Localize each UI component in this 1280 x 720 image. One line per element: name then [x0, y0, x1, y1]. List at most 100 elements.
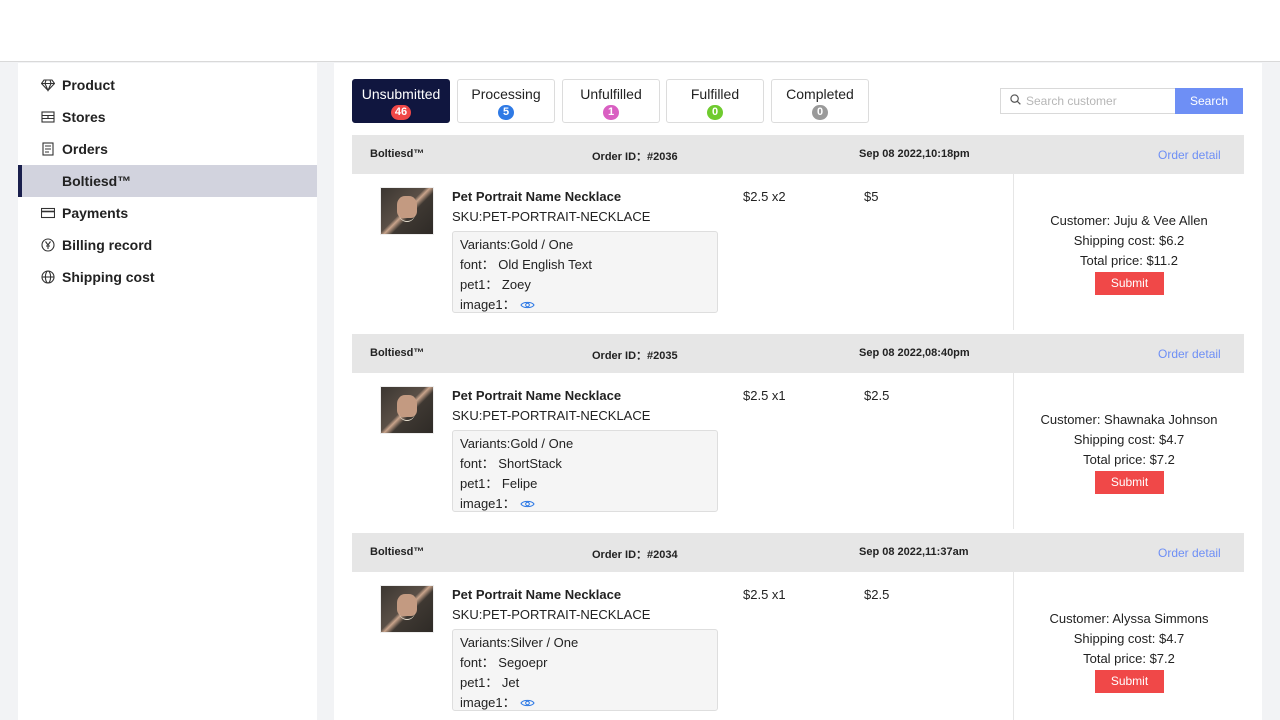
sidebar-item-label: Product — [62, 77, 115, 93]
tab-label: Unsubmitted — [361, 86, 441, 102]
order-header: Boltiesd™ Order ID：#2036 Sep 08 2022,10:… — [352, 135, 1244, 174]
sidebar-item-stores[interactable]: Stores — [18, 101, 317, 133]
submit-button[interactable]: Submit — [1095, 670, 1164, 693]
order-detail-link[interactable]: Order detail — [1158, 148, 1221, 162]
top-header-bar — [0, 0, 1280, 62]
tab-unsubmitted[interactable]: Unsubmitted 46 — [352, 79, 450, 123]
order-id: Order ID：#2036 — [592, 151, 678, 163]
tab-label: Fulfilled — [690, 86, 740, 102]
tab-label: Processing — [471, 86, 541, 102]
customer-name: Customer: Juju & Vee Allen — [1050, 213, 1208, 228]
order-header: Boltiesd™ Order ID：#2034 Sep 08 2022,11:… — [352, 533, 1244, 572]
diamond-icon — [40, 77, 56, 93]
order-detail-link[interactable]: Order detail — [1158, 347, 1221, 361]
sidebar-item-label: Shipping cost — [62, 269, 155, 285]
shipping-cost: Shipping cost: $4.7 — [1073, 432, 1185, 447]
tab-fulfilled[interactable]: Fulfilled 0 — [666, 79, 764, 123]
image-line: image1： — [460, 693, 710, 714]
product-sku: SKU:PET-PORTRAIT-NECKLACE — [452, 607, 651, 622]
customer-name: Customer: Shawnaka Johnson — [1040, 412, 1218, 427]
unit-price-qty: $2.5 x1 — [743, 388, 786, 403]
customer-name: Customer: Alyssa Simmons — [1049, 611, 1209, 626]
count-badge: 46 — [390, 105, 412, 120]
orders-icon — [40, 141, 56, 157]
variants-box: Variants:Gold / One font： ShortStack pet… — [452, 430, 718, 512]
order-body: Pet Portrait Name Necklace SKU:PET-PORTR… — [352, 572, 1244, 720]
store-name: Boltiesd™ — [370, 148, 425, 160]
font-line: font： ShortStack — [460, 456, 562, 471]
store-name: Boltiesd™ — [370, 546, 425, 558]
order-date: Sep 08 2022,11:37am — [859, 546, 969, 558]
product-sku: SKU:PET-PORTRAIT-NECKLACE — [452, 408, 651, 423]
sidebar-item-payments[interactable]: Payments — [18, 197, 317, 229]
sidebar-item-label: Boltiesd™ — [62, 173, 132, 189]
sidebar-item-label: Stores — [62, 109, 106, 125]
product-thumbnail[interactable] — [380, 585, 434, 633]
product-thumbnail[interactable] — [380, 386, 434, 434]
submit-button[interactable]: Submit — [1095, 471, 1164, 494]
sidebar-item-label: Payments — [62, 205, 129, 221]
unit-price-qty: $2.5 x2 — [743, 189, 786, 204]
order-card: Boltiesd™ Order ID：#2036 Sep 08 2022,10:… — [352, 135, 1244, 334]
order-id: Order ID：#2034 — [592, 549, 678, 561]
shipping-cost: Shipping cost: $4.7 — [1073, 631, 1185, 646]
image-label: image1： — [460, 496, 516, 511]
sidebar-item-shipping-cost[interactable]: Shipping cost — [18, 261, 317, 293]
eye-icon[interactable] — [520, 694, 535, 714]
sidebar-item-label: Billing record — [62, 237, 153, 253]
pet-line: pet1： Zoey — [460, 277, 531, 292]
total-price: Total price: $11.2 — [1079, 253, 1179, 268]
variant-line: Variants:Gold / One — [460, 237, 574, 252]
order-body: Pet Portrait Name Necklace SKU:PET-PORTR… — [352, 373, 1244, 533]
sidebar: Product Stores Orders Boltiesd™ Payments… — [18, 63, 317, 720]
sidebar-item-product[interactable]: Product — [18, 69, 317, 101]
variant-line: Variants:Silver / One — [460, 635, 579, 650]
order-card: Boltiesd™ Order ID：#2034 Sep 08 2022,11:… — [352, 533, 1244, 720]
pet-line: pet1： Jet — [460, 675, 520, 690]
count-badge: 1 — [603, 105, 619, 120]
sidebar-item-orders[interactable]: Orders — [18, 133, 317, 165]
variants-box: Variants:Gold / One font： Old English Te… — [452, 231, 718, 313]
total-price: Total price: $7.2 — [1083, 651, 1175, 666]
store-icon — [40, 109, 56, 125]
tab-processing[interactable]: Processing 5 — [457, 79, 555, 123]
image-label: image1： — [460, 695, 516, 710]
sidebar-item-boltiesd[interactable]: Boltiesd™ — [18, 165, 317, 197]
eye-icon[interactable] — [520, 296, 535, 316]
product-name: Pet Portrait Name Necklace — [452, 189, 622, 204]
product-thumbnail[interactable] — [380, 187, 434, 235]
order-id: Order ID：#2035 — [592, 350, 678, 362]
order-body: Pet Portrait Name Necklace SKU:PET-PORTR… — [352, 174, 1244, 334]
count-badge: 0 — [707, 105, 723, 120]
product-sku: SKU:PET-PORTRAIT-NECKLACE — [452, 209, 651, 224]
sidebar-item-billing-record[interactable]: Billing record — [18, 229, 317, 261]
image-line: image1： — [460, 295, 710, 316]
product-name: Pet Portrait Name Necklace — [452, 587, 622, 602]
store-name: Boltiesd™ — [370, 347, 425, 359]
search-input[interactable] — [1026, 94, 1166, 108]
submit-button[interactable]: Submit — [1095, 272, 1164, 295]
variants-box: Variants:Silver / One font： Segoepr pet1… — [452, 629, 718, 711]
order-summary: Customer: Alyssa Simmons Shipping cost: … — [1014, 609, 1244, 669]
order-summary: Customer: Juju & Vee Allen Shipping cost… — [1014, 211, 1244, 271]
main-content: Unsubmitted 46 Processing 5 Unfulfilled … — [334, 63, 1262, 720]
line-total: $2.5 — [864, 388, 890, 403]
product-name: Pet Portrait Name Necklace — [452, 388, 622, 403]
count-badge: 0 — [812, 105, 828, 120]
search-button[interactable]: Search — [1175, 88, 1243, 114]
line-total: $5 — [864, 189, 879, 204]
image-label: image1： — [460, 297, 516, 312]
shipping-cost: Shipping cost: $6.2 — [1073, 233, 1185, 248]
pet-line: pet1： Felipe — [460, 476, 538, 491]
eye-icon[interactable] — [520, 495, 535, 515]
globe-icon — [40, 269, 56, 285]
count-badge: 5 — [498, 105, 514, 120]
sidebar-item-label: Orders — [62, 141, 108, 157]
tab-label: Unfulfilled — [580, 86, 642, 102]
order-header: Boltiesd™ Order ID：#2035 Sep 08 2022,08:… — [352, 334, 1244, 373]
order-detail-link[interactable]: Order detail — [1158, 546, 1221, 560]
tab-unfulfilled[interactable]: Unfulfilled 1 — [562, 79, 660, 123]
search-box — [1000, 88, 1176, 114]
order-date: Sep 08 2022,10:18pm — [859, 148, 970, 160]
tab-completed[interactable]: Completed 0 — [771, 79, 869, 123]
